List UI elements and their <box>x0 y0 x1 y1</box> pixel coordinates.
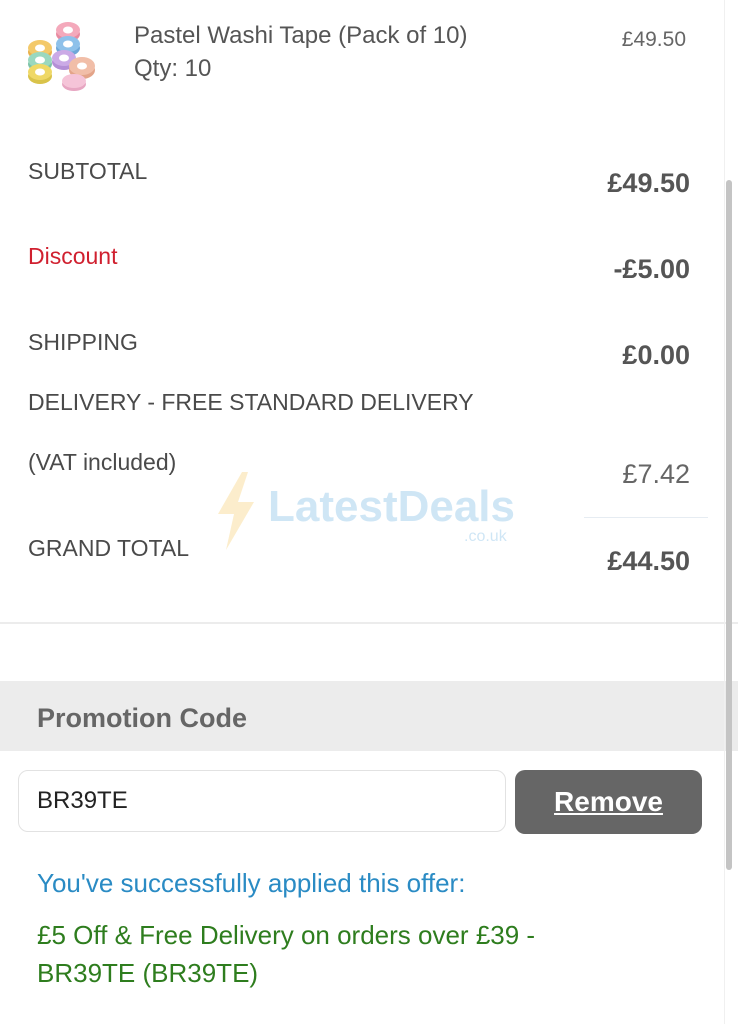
subtotal-label: SUBTOTAL <box>28 158 148 184</box>
vat-value: £7.42 <box>622 459 690 489</box>
promo-offer-description: £5 Off & Free Delivery on orders over £3… <box>37 920 536 988</box>
vat-label: (VAT included) <box>28 449 177 475</box>
product-price: £49.50 <box>621 28 686 51</box>
shipping-value: £0.00 <box>622 340 690 370</box>
watermark-domain: .co.uk <box>464 528 507 545</box>
watermark-brand: LatestDeals <box>268 482 516 531</box>
lightning-bolt-icon <box>218 472 254 550</box>
latestdeals-watermark: LatestDeals .co.uk <box>212 472 532 552</box>
section-divider <box>0 622 738 624</box>
shipping-label: SHIPPING <box>28 329 138 355</box>
promotion-code-header: Promotion Code <box>0 681 738 751</box>
product-name: Pastel Washi Tape (Pack of 10) <box>134 22 468 49</box>
grand-total-label: GRAND TOTAL <box>28 535 190 561</box>
product-quantity: Qty: 10 <box>134 55 212 82</box>
promo-code-input[interactable] <box>18 770 506 832</box>
discount-value: -£5.00 <box>613 254 690 284</box>
remove-promo-button[interactable]: Remove <box>515 770 702 834</box>
promo-success-message: You've successfully applied this offer: <box>37 868 466 898</box>
washi-tape-rolls-icon <box>24 18 100 94</box>
total-divider <box>584 517 708 518</box>
scrollbar-thumb[interactable] <box>726 180 732 870</box>
cart-line-item: Pastel Washi Tape (Pack of 10) Qty: 10 £… <box>0 0 738 110</box>
promotion-code-title: Promotion Code <box>37 703 247 733</box>
grand-total-value: £44.50 <box>607 546 690 576</box>
discount-label: Discount <box>28 243 118 269</box>
cart-summary-page: Pastel Washi Tape (Pack of 10) Qty: 10 £… <box>0 0 738 1024</box>
delivery-method-label: DELIVERY - FREE STANDARD DELIVERY <box>28 389 474 415</box>
subtotal-value: £49.50 <box>607 168 690 198</box>
